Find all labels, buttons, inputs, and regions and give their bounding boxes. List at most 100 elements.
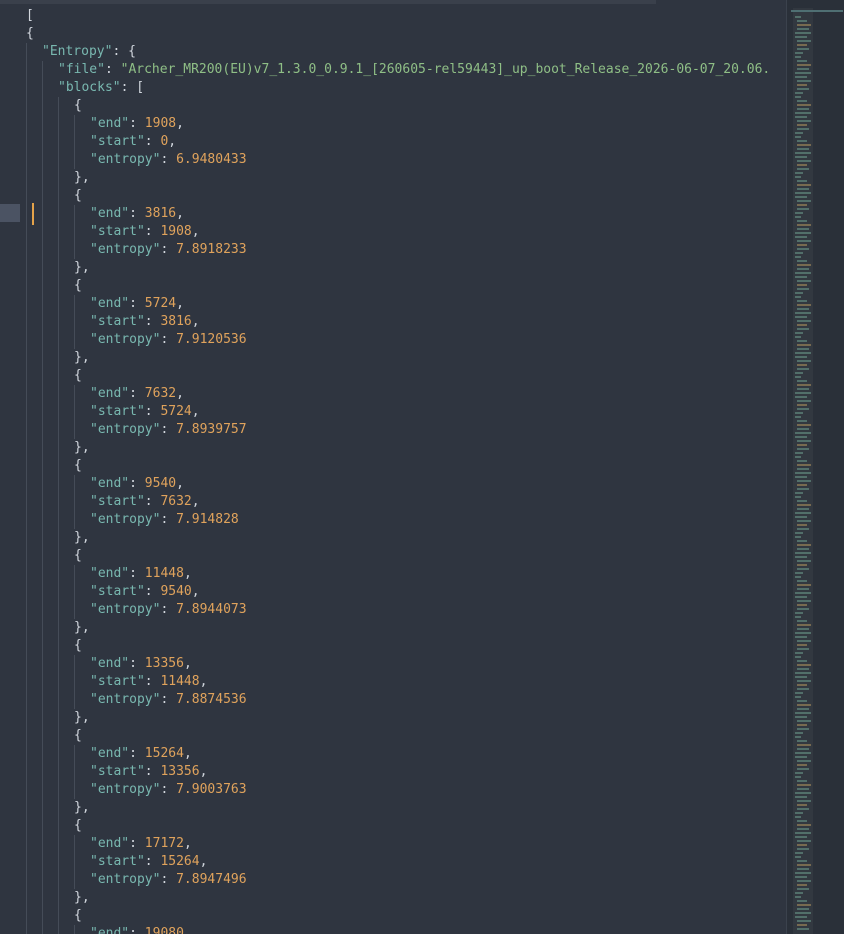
token-punc: : (160, 512, 177, 527)
minimap-line (795, 36, 807, 38)
code-line[interactable]: "start": 0, (0, 133, 786, 151)
code-line[interactable]: "end": 13356, (0, 655, 786, 673)
code-line[interactable]: "start": 7632, (0, 493, 786, 511)
minimap-line (795, 412, 803, 414)
code-line[interactable]: "end": 11448, (0, 565, 786, 583)
code-line[interactable]: "end": 3816, (0, 205, 786, 223)
token-punc: }, (74, 710, 90, 725)
code-line[interactable]: "Entropy": { (0, 43, 786, 61)
code-line[interactable]: "start": 9540, (0, 583, 786, 601)
code-line[interactable]: }, (0, 799, 786, 817)
token-punc: }, (74, 260, 90, 275)
code-line[interactable]: "blocks": [ (0, 79, 786, 97)
code-line[interactable]: "entropy": 7.8947496 (0, 871, 786, 889)
code-line[interactable]: "entropy": 6.9480433 (0, 151, 786, 169)
code-line[interactable]: { (0, 637, 786, 655)
minimap-line (797, 88, 809, 90)
code-line[interactable]: }, (0, 259, 786, 277)
indent-guide (42, 583, 43, 601)
indent-guide (58, 205, 59, 223)
code-line[interactable]: "end": 1908, (0, 115, 786, 133)
code-line[interactable]: "end": 19080, (0, 925, 786, 934)
minimap-line (795, 756, 807, 758)
indent-guide (26, 151, 27, 169)
minimap-line (797, 240, 811, 242)
code-line[interactable]: "end": 9540, (0, 475, 786, 493)
indent-guide (58, 583, 59, 601)
code-line[interactable]: { (0, 727, 786, 745)
horizontal-scrollbar-track[interactable] (0, 0, 656, 4)
minimap-line (795, 856, 801, 858)
code-line[interactable]: "entropy": 7.8918233 (0, 241, 786, 259)
code-line[interactable]: "entropy": 7.9120536 (0, 331, 786, 349)
indent-guide (26, 241, 27, 259)
code-line[interactable]: "end": 15264, (0, 745, 786, 763)
indent-guide (26, 403, 27, 421)
code-line[interactable]: }, (0, 439, 786, 457)
code-line[interactable]: "start": 13356, (0, 763, 786, 781)
minimap-line (795, 276, 807, 278)
token-num: 7.8939757 (176, 422, 247, 437)
code-line[interactable]: { (0, 817, 786, 835)
code-line[interactable]: [ (0, 7, 786, 25)
token-punc: : (144, 404, 161, 419)
code-line[interactable]: { (0, 277, 786, 295)
code-line-text: { (74, 637, 82, 655)
code-line[interactable]: }, (0, 169, 786, 187)
token-num: 3816 (160, 314, 192, 329)
token-punc: : (160, 692, 177, 707)
code-line[interactable]: }, (0, 889, 786, 907)
code-line[interactable]: }, (0, 709, 786, 727)
code-line[interactable]: "file": "Archer_MR200(EU)v7_1.3.0_0.9.1_… (0, 61, 786, 79)
code-line[interactable]: }, (0, 529, 786, 547)
code-line[interactable]: { (0, 187, 786, 205)
minimap-line (797, 744, 811, 746)
code-line[interactable]: "start": 1908, (0, 223, 786, 241)
minimap-line (797, 488, 809, 490)
code-line[interactable]: { (0, 367, 786, 385)
code-line[interactable]: "start": 15264, (0, 853, 786, 871)
code-line[interactable]: { (0, 457, 786, 475)
code-line[interactable]: "start": 5724, (0, 403, 786, 421)
code-text-area[interactable]: [{"Entropy": {"file": "Archer_MR200(EU)v… (0, 7, 786, 934)
code-line[interactable]: "entropy": 7.8944073 (0, 601, 786, 619)
code-line[interactable]: "entropy": 7.8939757 (0, 421, 786, 439)
code-line[interactable]: "start": 11448, (0, 673, 786, 691)
minimap-line (795, 552, 811, 554)
code-line[interactable]: "end": 5724, (0, 295, 786, 313)
code-line[interactable]: { (0, 97, 786, 115)
minimap-line (797, 340, 807, 342)
code-line[interactable]: "start": 3816, (0, 313, 786, 331)
code-line[interactable]: { (0, 547, 786, 565)
indent-guide (42, 331, 43, 349)
indent-guide (74, 601, 75, 619)
code-line[interactable]: }, (0, 349, 786, 367)
code-line-text: }, (74, 619, 90, 637)
code-line[interactable]: "entropy": 7.8874536 (0, 691, 786, 709)
code-line[interactable]: "end": 7632, (0, 385, 786, 403)
code-line[interactable]: "entropy": 7.9003763 (0, 781, 786, 799)
indent-guide (58, 619, 59, 637)
code-line[interactable]: }, (0, 619, 786, 637)
token-key: "Entropy" (42, 44, 113, 59)
minimap-line (795, 196, 807, 198)
token-num: 13356 (160, 764, 200, 779)
minimap-line (795, 536, 801, 538)
code-line[interactable]: { (0, 25, 786, 43)
code-line[interactable]: "entropy": 7.914828 (0, 511, 786, 529)
minimap[interactable] (786, 0, 844, 934)
minimap-line (797, 524, 807, 526)
code-editor[interactable]: [{"Entropy": {"file": "Archer_MR200(EU)v… (0, 0, 844, 934)
minimap-line (797, 208, 809, 210)
code-line[interactable]: { (0, 907, 786, 925)
minimap-line (795, 656, 801, 658)
indent-guide (26, 691, 27, 709)
minimap-line (795, 252, 803, 254)
code-line[interactable]: "end": 17172, (0, 835, 786, 853)
token-num: 11448 (160, 674, 200, 689)
token-punc: : (144, 494, 161, 509)
indent-guide (58, 223, 59, 241)
minimap-line (797, 228, 809, 230)
indent-guide (42, 241, 43, 259)
minimap-line (795, 892, 803, 894)
